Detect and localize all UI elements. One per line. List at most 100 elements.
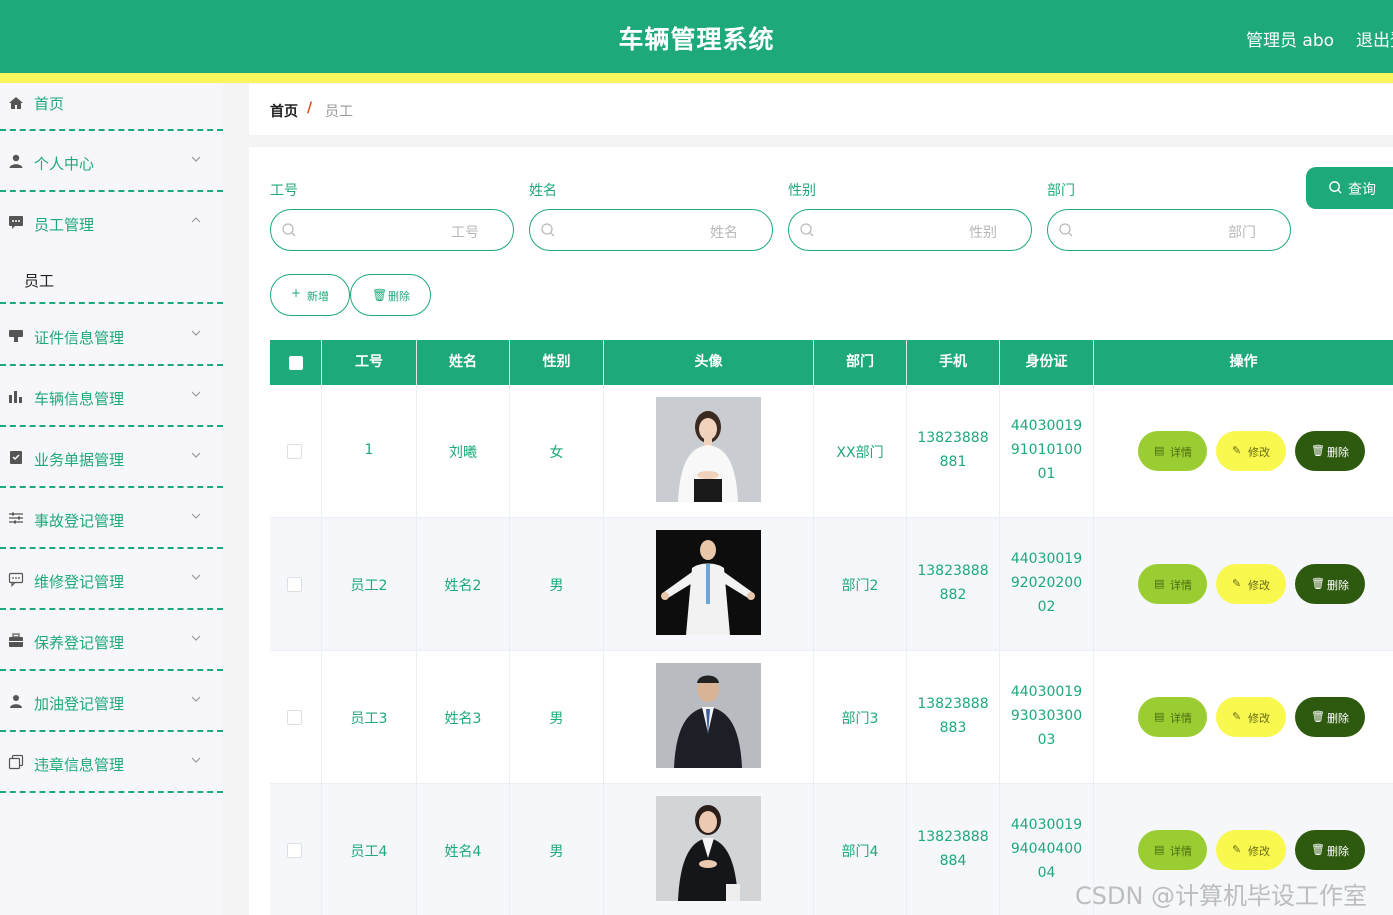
search-placeholder: 姓名: [710, 225, 738, 241]
briefcase-icon: [9, 633, 23, 647]
search-placeholder: 性别: [969, 225, 997, 241]
detail-button[interactable]: ▤ 详情: [1138, 830, 1207, 870]
breadcrumb-home[interactable]: 首页: [270, 101, 298, 121]
delete-row-button-label: 删除: [1327, 579, 1349, 592]
cell-gender-text: 男: [549, 711, 564, 727]
search-label-gender: 性别: [788, 183, 816, 199]
sidebar-item-refuel-mgmt[interactable]: 加油登记管理: [0, 671, 223, 732]
cell-phone-line: 882: [939, 587, 967, 603]
row-checkbox[interactable]: [287, 444, 302, 459]
search-input-dept[interactable]: 部门: [1047, 209, 1291, 251]
detail-button[interactable]: ▤ 详情: [1138, 697, 1207, 737]
trash-icon: 🗑: [372, 288, 388, 302]
cell-name-text: 姓名2: [444, 578, 482, 594]
sliders-icon: [9, 512, 23, 524]
cell-id-text: 员工4: [350, 844, 388, 860]
edit-button[interactable]: ✎ 修改: [1216, 697, 1286, 737]
cell-gender-text: 女: [549, 445, 564, 461]
logout-link[interactable]: 退出登录: [1356, 26, 1393, 51]
sidebar-item-label: 维修登记管理: [34, 573, 125, 591]
sidebar-item-label: 保养登记管理: [34, 634, 125, 652]
query-button-label: 查询: [1348, 182, 1376, 198]
chevron-down-icon: [191, 696, 201, 702]
edit-button[interactable]: ✎ 修改: [1216, 431, 1286, 471]
sidebar-item-label: 业务单据管理: [34, 451, 125, 469]
cell-idcard-line: 94040400: [1010, 841, 1083, 857]
cell-gender: 男: [510, 784, 604, 915]
delete-row-button[interactable]: 🗑 删除: [1295, 564, 1365, 604]
cell-phone-line: 13823888: [917, 696, 989, 712]
sidebar-item-employee-mgmt[interactable]: 员工管理: [0, 192, 223, 248]
chevron-down-icon: [191, 513, 201, 519]
row-checkbox[interactable]: [287, 710, 302, 725]
detail-button-label: 详情: [1170, 845, 1192, 858]
add-button[interactable]: + 新增: [270, 274, 350, 316]
sidebar-subitem-employee[interactable]: 员工: [0, 253, 223, 304]
delete-row-button-label: 删除: [1327, 712, 1349, 725]
sidebar-item-label: 事故登记管理: [34, 512, 125, 530]
detail-button[interactable]: ▤ 详情: [1138, 564, 1207, 604]
cell-gender-text: 男: [549, 844, 564, 860]
cell-idcard-line: 03: [1037, 732, 1056, 748]
sidebar-item-business-docs[interactable]: 业务单据管理: [0, 427, 223, 488]
delete-row-button[interactable]: 🗑 删除: [1295, 830, 1365, 870]
delete-row-button[interactable]: 🗑 删除: [1295, 697, 1365, 737]
detail-button[interactable]: ▤ 详情: [1138, 431, 1207, 471]
cell-id: 员工2: [322, 518, 417, 651]
card-icon: [9, 330, 23, 342]
edit-button[interactable]: ✎ 修改: [1216, 830, 1286, 870]
delete-button[interactable]: 🗑 删除: [350, 274, 431, 316]
cell-idcard-line: 93030300: [1010, 708, 1083, 724]
sidebar-item-accident-mgmt[interactable]: 事故登记管理: [0, 488, 223, 549]
sidebar-item-vehicle-mgmt[interactable]: 车辆信息管理: [0, 366, 223, 427]
delete-row-button[interactable]: 🗑 删除: [1295, 431, 1365, 471]
watermark: CSDN @计算机毕设工作室: [1075, 882, 1368, 910]
query-button[interactable]: 查询: [1306, 167, 1393, 209]
search-input-name[interactable]: 姓名: [529, 209, 773, 251]
sidebar-item-certificate-mgmt[interactable]: 证件信息管理: [0, 305, 223, 366]
cell-idcard-line: 92020200: [1010, 575, 1083, 591]
cell-idcard-line: 44030019: [1010, 684, 1083, 700]
sidebar-item-personal-center[interactable]: 个人中心: [0, 131, 223, 192]
sidebar-item-repair-mgmt[interactable]: 维修登记管理: [0, 549, 223, 610]
search-icon: [541, 223, 555, 237]
sidebar-subitem-label: 员工: [24, 272, 55, 290]
edit-button-label: 修改: [1248, 845, 1270, 858]
chevron-down-icon: [191, 330, 201, 336]
cell-idcard-line: 02: [1037, 599, 1056, 615]
row-checkbox[interactable]: [287, 843, 302, 858]
cell-phone-line: 13823888: [917, 430, 989, 446]
cell-name: 刘曦: [417, 385, 510, 518]
table-header: 工号 姓名 性别 头像 部门 手机 身份证 操作: [270, 340, 1393, 385]
row-checkbox[interactable]: [287, 577, 302, 592]
cell-actions: ▤ 详情 ✎ 修改 🗑 删除: [1094, 651, 1393, 784]
cell-phone-line: 881: [939, 454, 967, 470]
trash-icon: 🗑: [1311, 444, 1325, 457]
cell-idcard: 44030019 91010100 01: [1000, 385, 1094, 518]
sidebar-item-home[interactable]: 首页: [0, 83, 223, 131]
cell-phone: 13823888 882: [907, 518, 1000, 651]
document-icon: ▤: [1154, 444, 1165, 457]
search-placeholder: 部门: [1228, 225, 1256, 241]
cell-gender: 男: [510, 518, 604, 651]
cell-name-text: 刘曦: [449, 445, 477, 461]
trash-icon: 🗑: [1311, 843, 1325, 856]
edit-button[interactable]: ✎ 修改: [1216, 564, 1286, 604]
sidebar-item-violation-mgmt[interactable]: 违章信息管理: [0, 732, 223, 793]
bar-chart-icon: [9, 391, 22, 403]
avatar: [656, 530, 761, 635]
cell-idcard: 44030019 92020200 02: [1000, 518, 1094, 651]
select-all-checkbox[interactable]: [289, 356, 303, 370]
clipboard-icon: [10, 451, 22, 464]
sidebar-item-label: 车辆信息管理: [34, 390, 125, 408]
breadcrumb: 首页 / 员工: [249, 84, 1393, 135]
search-placeholder: 工号: [451, 225, 479, 241]
chat-icon: [9, 216, 23, 229]
search-input-gender[interactable]: 性别: [788, 209, 1032, 251]
cell-dept-text: 部门4: [841, 844, 879, 860]
search-icon: [1059, 223, 1073, 237]
delete-row-button-label: 删除: [1327, 446, 1349, 459]
sidebar-item-maintenance-mgmt[interactable]: 保养登记管理: [0, 610, 223, 671]
row-select-cell: [270, 784, 322, 915]
search-input-id[interactable]: 工号: [270, 209, 514, 251]
